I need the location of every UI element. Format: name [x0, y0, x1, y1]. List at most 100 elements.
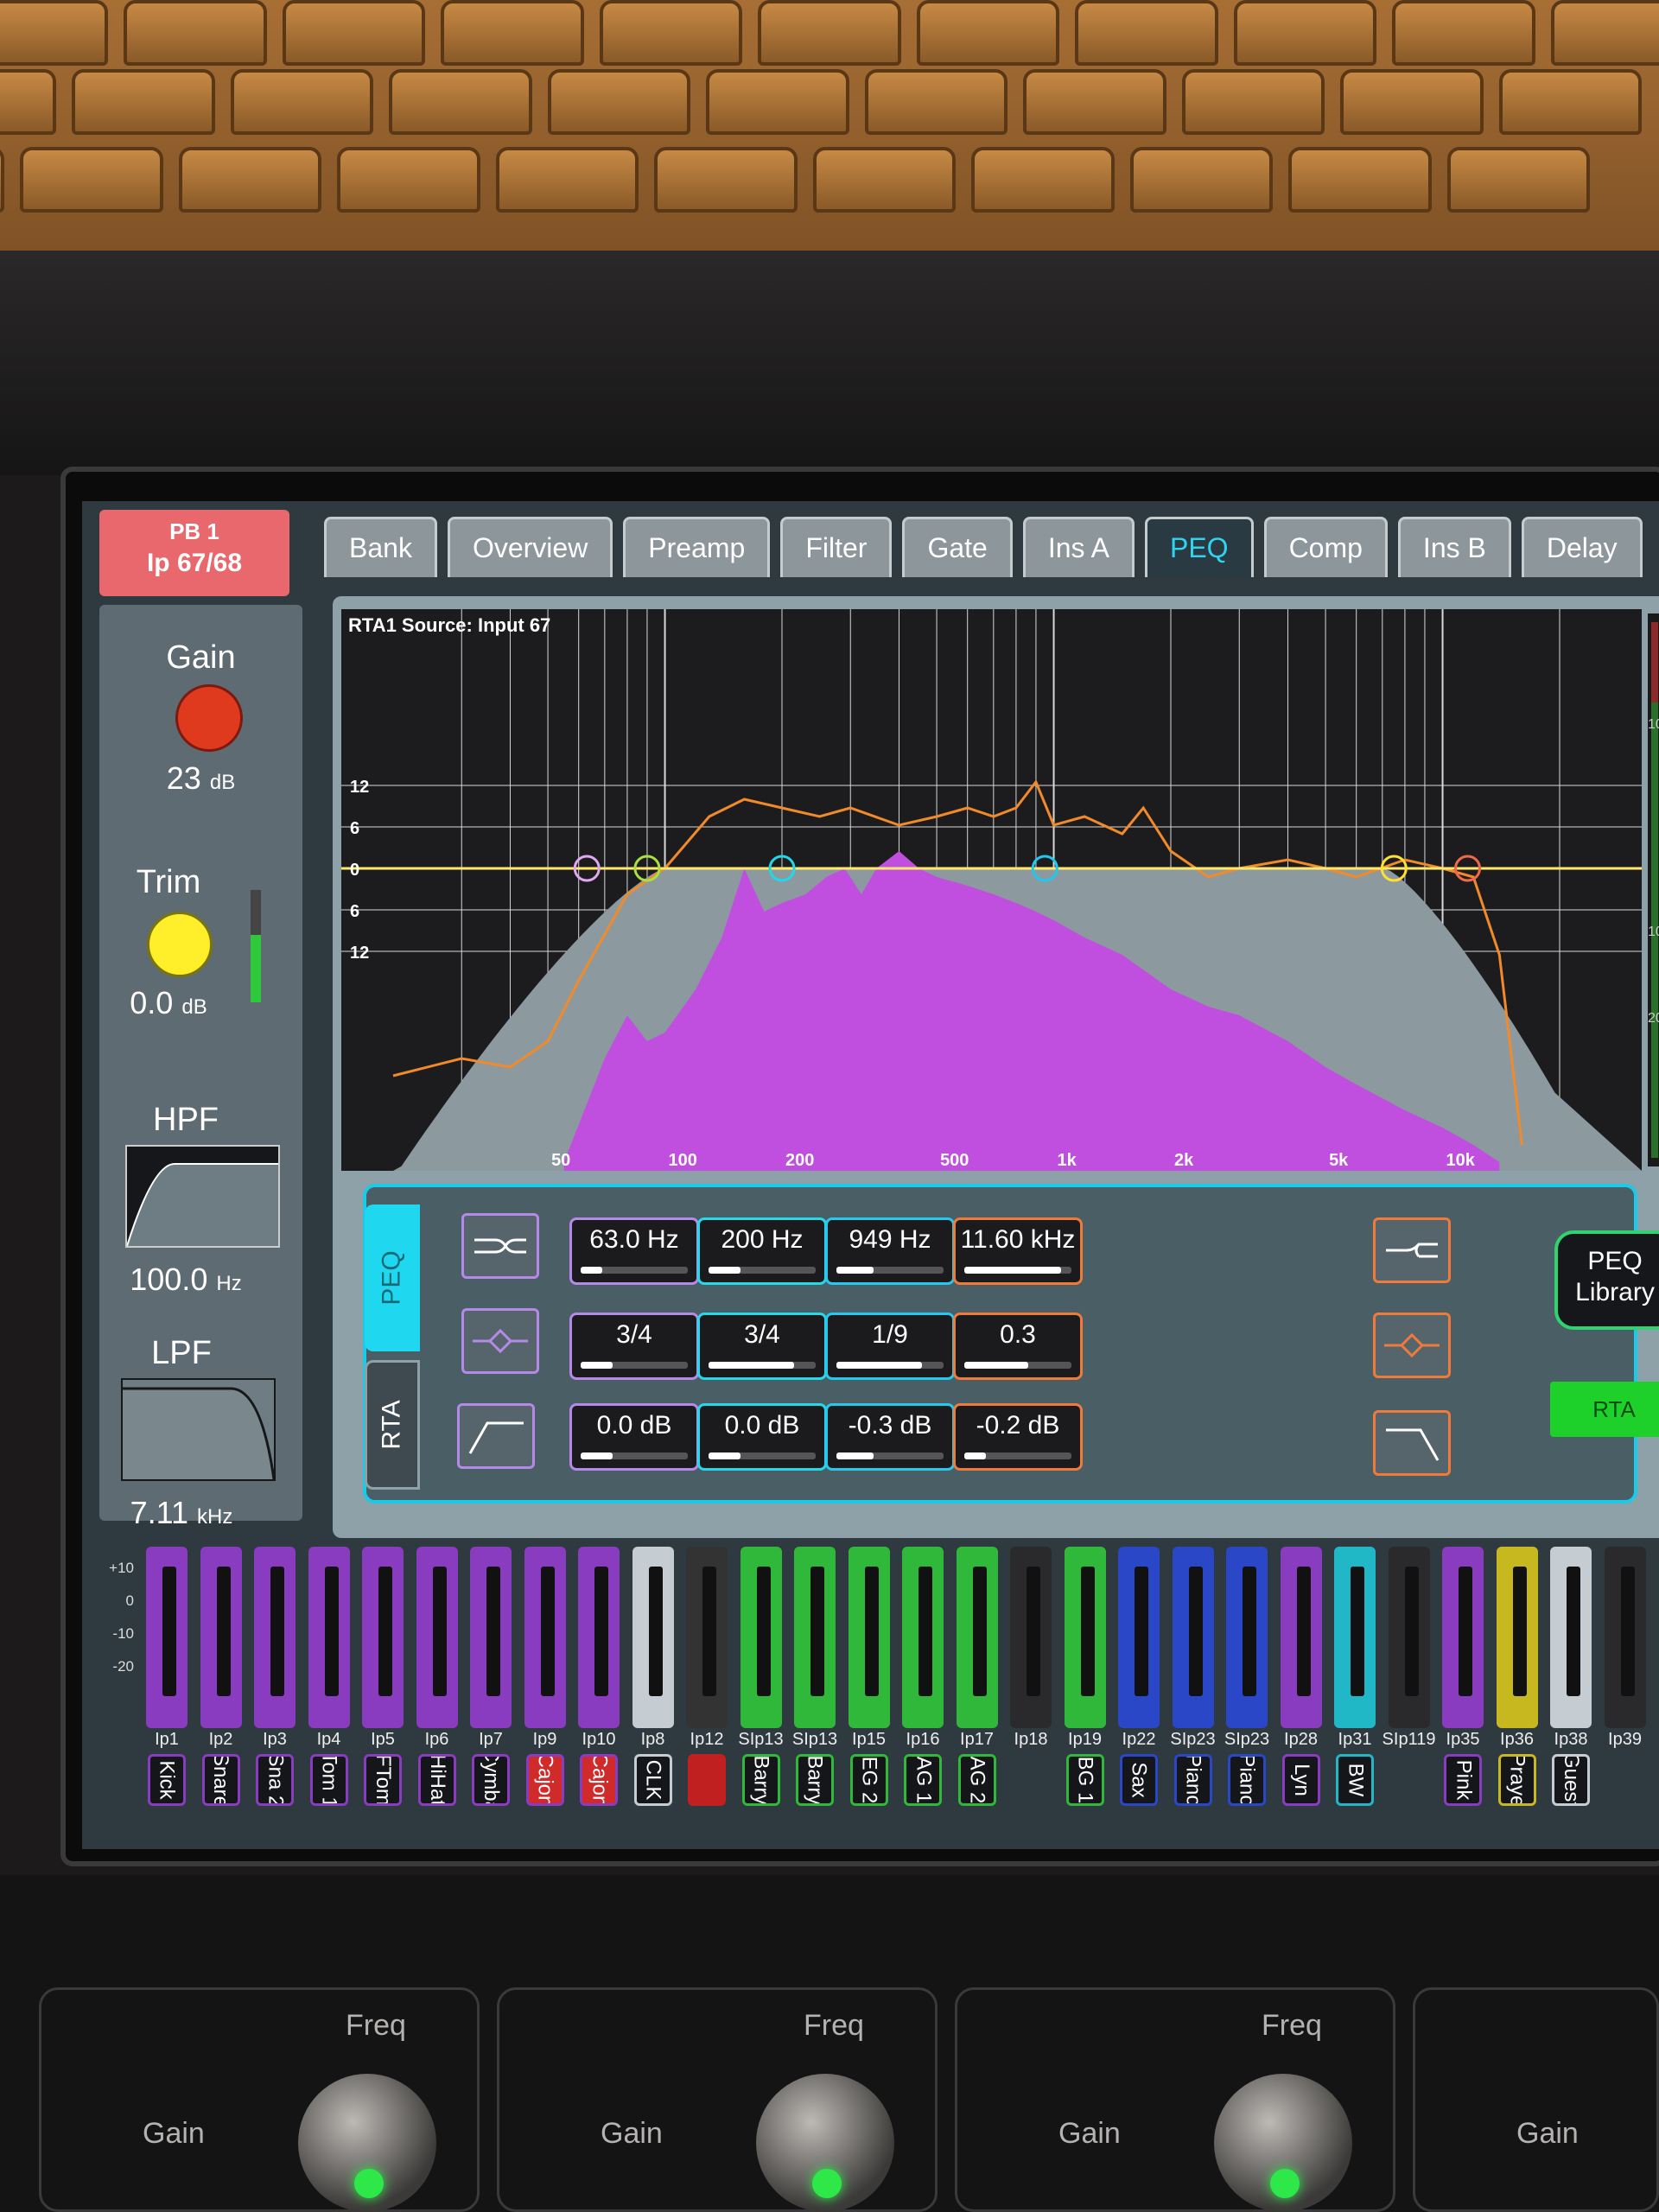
channel-strip[interactable]: Ip38 Guest — [1547, 1547, 1595, 1806]
channel-strip[interactable]: Ip8 CLK — [629, 1547, 677, 1806]
channel-fader[interactable] — [1388, 1547, 1430, 1728]
channel-fader[interactable] — [254, 1547, 296, 1728]
channel-fader[interactable] — [686, 1547, 728, 1728]
channel-fader[interactable] — [200, 1547, 242, 1728]
channel-fader[interactable] — [1226, 1547, 1268, 1728]
channel-name[interactable]: HiHat — [417, 1754, 456, 1806]
channel-strip[interactable]: Ip12 — [683, 1547, 731, 1806]
channel-strip[interactable]: SIp13 Barry — [737, 1547, 785, 1806]
channel-fader[interactable] — [848, 1547, 890, 1728]
tab-peq[interactable]: PEQ — [1144, 517, 1254, 577]
channel-fader[interactable] — [1172, 1547, 1214, 1728]
tab-peq[interactable]: PEQ — [365, 1205, 420, 1351]
band1-gain-control[interactable]: 0.0 dB — [569, 1403, 699, 1471]
channel-fader[interactable] — [794, 1547, 836, 1728]
channel-strip[interactable]: Ip18 — [1007, 1547, 1055, 1806]
channel-name[interactable] — [688, 1754, 726, 1806]
tab-rta[interactable]: RTA — [365, 1360, 420, 1490]
channel-name[interactable]: Sax — [1120, 1754, 1158, 1806]
trim-knob[interactable] — [147, 912, 213, 977]
channel-name[interactable]: Sna 2 — [256, 1754, 294, 1806]
tab-ins-b[interactable]: Ins B — [1397, 517, 1511, 577]
channel-strip[interactable]: Ip31 BW — [1331, 1547, 1379, 1806]
band2-gain-control[interactable]: 0.0 dB — [697, 1403, 827, 1471]
rta-toggle-button[interactable]: RTA — [1550, 1382, 1659, 1437]
channel-name[interactable]: Lyn — [1281, 1754, 1320, 1806]
band3-freq-control[interactable]: 949 Hz — [825, 1217, 955, 1285]
channel-strip[interactable]: Ip36 Praye — [1493, 1547, 1541, 1806]
channel-fader[interactable] — [524, 1547, 566, 1728]
channel-name[interactable]: Tom 1 — [309, 1754, 348, 1806]
eq-graph[interactable]: 12 6 0 6 12 50 100 200 500 1k 2k 5k 10k RTA1 Source:… — [341, 609, 1642, 1171]
channel-name[interactable]: Cajon — [580, 1754, 618, 1806]
channel-fader[interactable] — [1118, 1547, 1160, 1728]
band1-width-control[interactable]: 3/4 — [569, 1313, 699, 1380]
channel-name[interactable]: Kick — [148, 1754, 186, 1806]
band4-freq-control[interactable]: 11.60 kHz — [953, 1217, 1083, 1285]
channel-strip[interactable]: Ip17 AG 2 — [953, 1547, 1001, 1806]
tab-gate[interactable]: Gate — [902, 517, 1013, 577]
channel-strip[interactable]: Ip5 FTom — [359, 1547, 407, 1806]
channel-strip[interactable]: SIp13 Barry — [791, 1547, 839, 1806]
channel-name[interactable]: AG 2 — [957, 1754, 996, 1806]
channel-name[interactable]: Cymba — [472, 1754, 510, 1806]
channel-fader[interactable] — [1334, 1547, 1376, 1728]
channel-name[interactable]: Piano — [1228, 1754, 1266, 1806]
tab-delay[interactable]: Delay — [1521, 517, 1643, 577]
channel-name[interactable]: Piano — [1173, 1754, 1212, 1806]
channel-strip[interactable]: SIp23 Piano — [1223, 1547, 1271, 1806]
band2-width-control[interactable]: 3/4 — [697, 1313, 827, 1380]
channel-strip[interactable]: Ip15 EG 2 — [845, 1547, 893, 1806]
high-bell-type-button[interactable] — [1373, 1313, 1451, 1378]
channel-name[interactable]: FTom — [364, 1754, 402, 1806]
channel-fader[interactable] — [1604, 1547, 1646, 1728]
channel-strip[interactable]: Ip7 Cymba — [467, 1547, 515, 1806]
channel-strip[interactable]: Ip35 Pink — [1439, 1547, 1487, 1806]
channel-fader[interactable] — [362, 1547, 404, 1728]
channel-fader[interactable] — [578, 1547, 620, 1728]
tab-ins-a[interactable]: Ins A — [1022, 517, 1135, 577]
tab-filter[interactable]: Filter — [780, 517, 893, 577]
channel-strip[interactable]: Ip4 Tom 1 — [305, 1547, 353, 1806]
channel-name[interactable]: EG 2 — [849, 1754, 888, 1806]
low-shelf-type-button[interactable] — [461, 1213, 539, 1279]
channel-fader[interactable] — [740, 1547, 782, 1728]
channel-strip[interactable]: Ip6 HiHat — [413, 1547, 461, 1806]
band4-width-control[interactable]: 0.3 — [953, 1313, 1083, 1380]
channel-name[interactable]: Barry — [796, 1754, 834, 1806]
channel-name[interactable]: BW — [1336, 1754, 1374, 1806]
hpf-curve-button[interactable] — [125, 1145, 280, 1248]
channel-name[interactable]: Praye — [1497, 1754, 1536, 1806]
channel-fader[interactable] — [1280, 1547, 1322, 1728]
tab-overview[interactable]: Overview — [447, 517, 613, 577]
band1-freq-control[interactable]: 63.0 Hz — [569, 1217, 699, 1285]
band4-gain-control[interactable]: -0.2 dB — [953, 1403, 1083, 1471]
channel-name[interactable]: Cajon — [525, 1754, 564, 1806]
channel-strip[interactable]: Ip1 Kick — [143, 1547, 191, 1806]
channel-name[interactable]: Snare — [201, 1754, 240, 1806]
channel-strip[interactable]: Ip10 Cajon — [575, 1547, 623, 1806]
channel-fader[interactable] — [146, 1547, 188, 1728]
channel-fader[interactable] — [416, 1547, 458, 1728]
low-bell-type-button[interactable] — [461, 1308, 539, 1374]
channel-strip[interactable]: Ip2 Snare — [197, 1547, 245, 1806]
channel-fader[interactable] — [1550, 1547, 1592, 1728]
channel-strip[interactable]: Ip22 Sax — [1115, 1547, 1163, 1806]
lpf-curve-button[interactable] — [121, 1378, 276, 1481]
channel-strip[interactable]: Ip9 Cajon — [521, 1547, 569, 1806]
channel-strip[interactable]: Ip3 Sna 2 — [251, 1547, 299, 1806]
tab-preamp[interactable]: Preamp — [623, 517, 771, 577]
channel-name[interactable]: BG 1 — [1065, 1754, 1104, 1806]
channel-name[interactable]: CLK — [633, 1754, 672, 1806]
channel-name[interactable]: AG 1 — [904, 1754, 942, 1806]
channel-strip[interactable]: Ip19 BG 1 — [1061, 1547, 1109, 1806]
band2-freq-control[interactable]: 200 Hz — [697, 1217, 827, 1285]
channel-strip[interactable]: Ip16 AG 1 — [899, 1547, 947, 1806]
peq-library-button[interactable]: PEQ Library — [1554, 1230, 1659, 1330]
channel-name[interactable]: Guest — [1552, 1754, 1590, 1806]
channel-name[interactable]: Barry — [741, 1754, 780, 1806]
tab-comp[interactable]: Comp — [1263, 517, 1388, 577]
channel-strip[interactable]: SIp23 Piano — [1169, 1547, 1217, 1806]
tab-bank[interactable]: Bank — [324, 517, 437, 577]
channel-strip[interactable]: Ip39 — [1601, 1547, 1649, 1806]
